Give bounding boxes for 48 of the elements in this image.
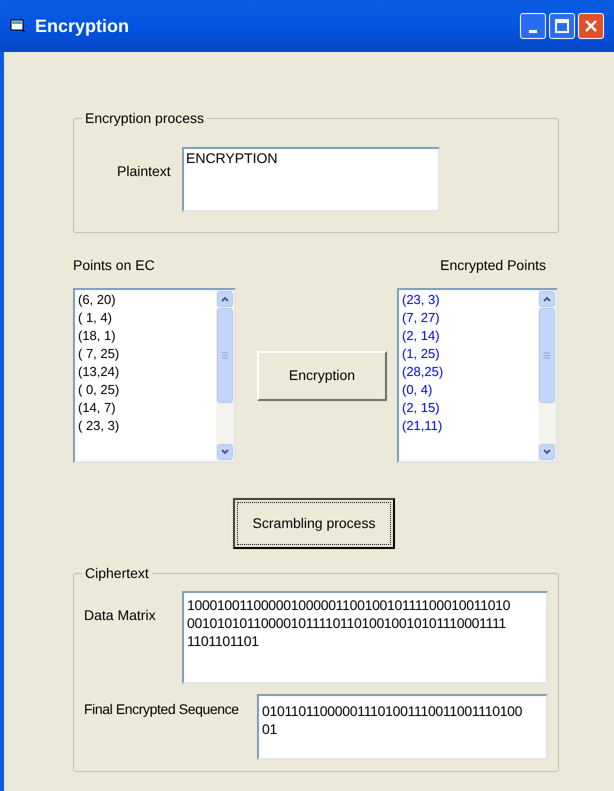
list-item[interactable]: (23, 3) <box>402 291 538 309</box>
chevron-down-icon <box>221 449 229 455</box>
close-button[interactable] <box>578 13 604 39</box>
list-item[interactable]: (2, 14) <box>402 327 538 345</box>
list-item[interactable]: (2, 15) <box>402 399 538 417</box>
list-box[interactable]: (6, 20) ( 1, 4) (18, 1) ( 7, 25) (13,24) ( 0, 25) (14, 7) ( 23, 3) <box>73 288 236 463</box>
list-item[interactable]: (13,24) <box>78 363 216 381</box>
list-label: Points on EC <box>73 256 155 275</box>
chevron-up-icon <box>221 296 229 302</box>
final-sequence-field[interactable]: 01011011000001110100111001100111010001 <box>257 694 548 760</box>
app-icon <box>10 18 26 34</box>
scroll-up-button[interactable] <box>217 291 233 307</box>
field-label: Data Matrix <box>84 606 157 625</box>
list-label: Encrypted Points <box>440 256 546 275</box>
close-icon <box>584 19 598 33</box>
field-label: Plaintext <box>117 162 172 181</box>
list-item[interactable]: (6, 20) <box>78 291 216 309</box>
window-title: Encryption <box>35 14 130 38</box>
list-item[interactable]: ( 7, 25) <box>78 345 216 363</box>
list-item[interactable]: ( 1, 4) <box>78 309 216 327</box>
list-item[interactable]: (18, 1) <box>78 327 216 345</box>
list-box[interactable]: (23, 3) (7, 27) (2, 14) (1, 25) (28,25) (0, 4) (2, 15) (21,11) <box>397 288 558 463</box>
scroll-down-button[interactable] <box>217 444 233 460</box>
scrollbar[interactable] <box>538 290 556 461</box>
list-item[interactable]: (28,25) <box>402 363 538 381</box>
scrollbar[interactable] <box>216 290 234 461</box>
minimize-button[interactable] <box>520 13 546 39</box>
grip-icon <box>544 352 550 359</box>
list-item[interactable]: ( 23, 3) <box>78 417 216 435</box>
data-matrix-field[interactable]: 10001001100000100000110010010111100010011010001010101100001011110110100100101011100011111101101101 <box>182 591 548 684</box>
minimize-icon <box>529 30 537 33</box>
field-label: Final Encrypted Sequence <box>84 700 240 719</box>
list-item[interactable]: (7, 27) <box>402 309 538 327</box>
chevron-up-icon <box>543 296 551 302</box>
list-item[interactable]: ( 0, 25) <box>78 381 216 399</box>
list-item[interactable]: (21,11) <box>402 417 538 435</box>
grip-icon <box>222 352 228 359</box>
plaintext-field[interactable]: ENCRYPTION <box>182 147 440 212</box>
list-item[interactable]: (0, 4) <box>402 381 538 399</box>
maximize-icon <box>555 19 569 33</box>
chevron-down-icon <box>543 449 551 455</box>
encryption-button[interactable]: Encryption <box>257 350 387 400</box>
scrambling-button[interactable]: Scrambling process <box>233 498 395 549</box>
list-item[interactable]: (1, 25) <box>402 345 538 363</box>
scroll-down-button[interactable] <box>539 444 555 460</box>
scroll-up-button[interactable] <box>539 291 555 307</box>
list-item[interactable]: (14, 7) <box>78 399 216 417</box>
maximize-button[interactable] <box>549 13 575 39</box>
